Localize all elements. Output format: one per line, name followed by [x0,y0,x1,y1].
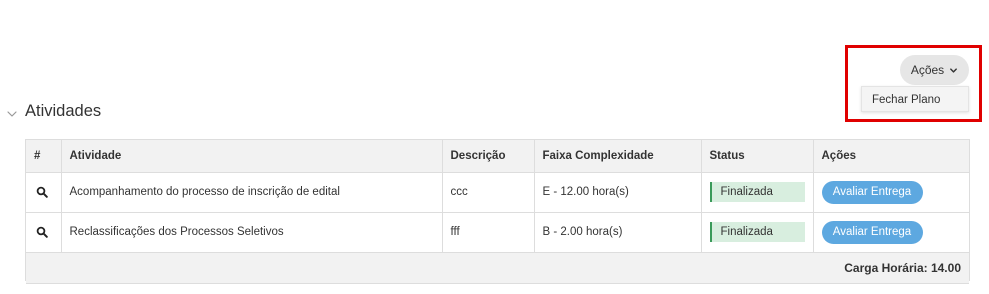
cell-status: Finalizada [701,172,814,213]
section-title: Atividades [25,102,102,120]
chevron-down-icon [950,67,958,73]
cell-descricao: fff [442,212,535,253]
cell-status: Finalizada [701,212,814,253]
col-header-descricao: Descrição [442,140,535,173]
actions-dropdown-button[interactable]: Ações [900,55,969,85]
actions-button-label: Ações [910,63,945,77]
section-header[interactable]: Atividades [6,102,101,121]
table-footer-row: Carga Horária: 14.00 [26,252,969,284]
cell-atividade: Acompanhamento do processo de inscrição … [61,172,443,213]
search-icon[interactable] [36,226,48,238]
cell-atividade: Reclassificações dos Processos Seletivos [61,212,443,253]
actions-dropdown-menu: Fechar Plano [861,86,969,112]
avaliar-entrega-button[interactable]: Avaliar Entrega [821,220,923,244]
activities-table: # Atividade Descrição Faixa Complexidade… [25,139,970,284]
col-header-status: Status [701,140,814,173]
table-header-row: # Atividade Descrição Faixa Complexidade… [26,140,969,173]
cell-descricao: ccc [442,172,535,213]
status-badge: Finalizada [709,182,805,202]
cell-acao: Avaliar Entrega [813,172,969,213]
cell-faixa: B - 2.00 hora(s) [534,212,702,253]
row-view-cell[interactable] [26,172,62,213]
search-icon[interactable] [36,186,48,198]
col-header-faixa: Faixa Complexidade [534,140,702,173]
col-header-index: # [26,140,62,173]
col-header-acoes: Ações [813,140,969,173]
status-badge: Finalizada [709,222,805,242]
cell-faixa: E - 12.00 hora(s) [534,172,702,213]
menu-item-fechar-plano[interactable]: Fechar Plano [872,94,968,106]
col-header-atividade: Atividade [61,140,443,173]
carga-horaria-total: Carga Horária: 14.00 [26,252,969,284]
cell-acao: Avaliar Entrega [813,212,969,253]
avaliar-entrega-button[interactable]: Avaliar Entrega [821,180,923,204]
table-row: Reclassificações dos Processos Seletivos… [26,212,969,253]
chevron-down-icon[interactable] [6,108,18,120]
row-view-cell[interactable] [26,212,62,253]
table-row: Acompanhamento do processo de inscrição … [26,172,969,213]
